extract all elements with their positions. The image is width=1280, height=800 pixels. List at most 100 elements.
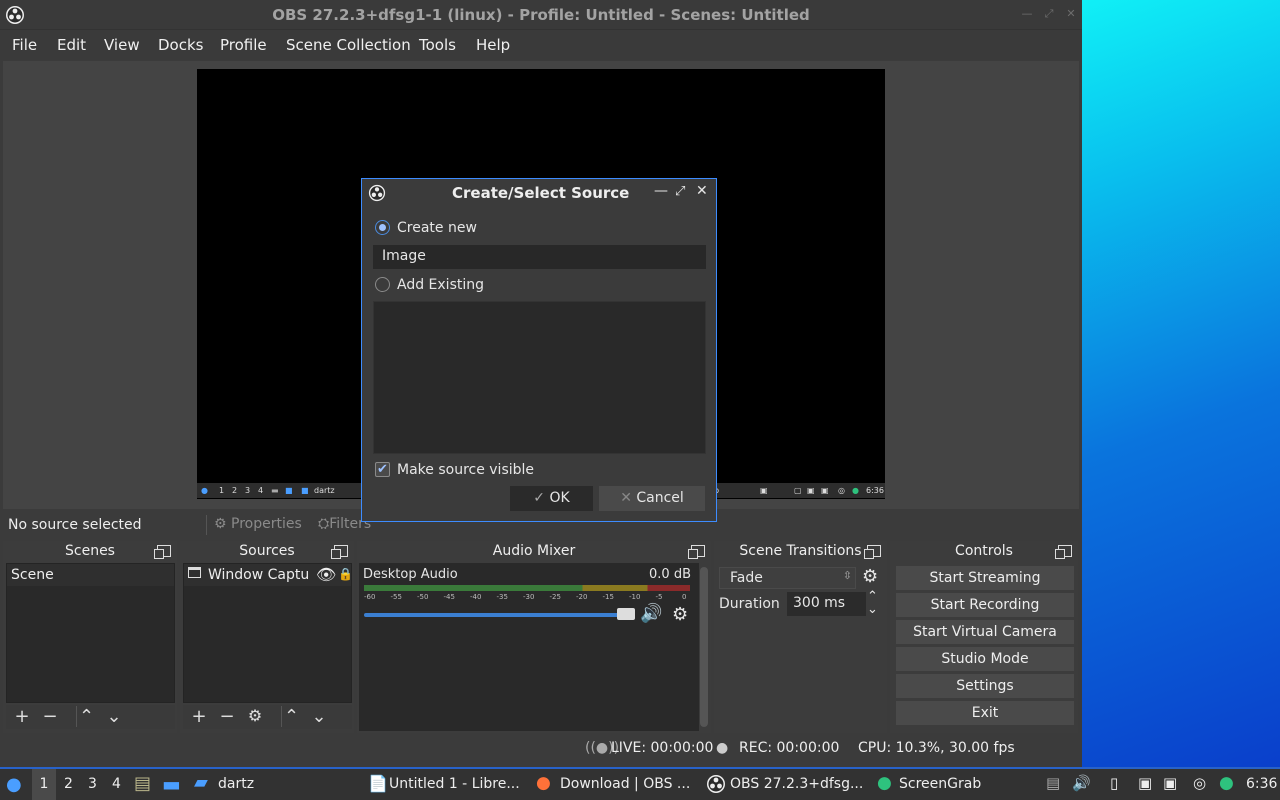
clipboard-icon[interactable]: ▯ <box>1110 774 1118 792</box>
existing-sources-list[interactable] <box>373 301 706 454</box>
window-icon <box>188 567 201 578</box>
rec-icon: ● <box>716 740 729 756</box>
make-visible-checkbox[interactable]: ✔ <box>375 462 390 477</box>
task-obs[interactable]: OBS 27.2.3+dfsg... <box>730 776 863 792</box>
close-button[interactable]: ✕ <box>1064 7 1078 21</box>
firefox-icon: ● <box>536 773 551 793</box>
undock-icon[interactable] <box>864 545 881 559</box>
meter-scale-label: -35 <box>496 593 508 601</box>
add-existing-label: Add Existing <box>397 277 485 293</box>
cancel-button[interactable]: ✕ Cancel <box>599 486 705 511</box>
channel-level: 0.0 dB <box>649 567 691 582</box>
scenes-toolbar: + − ⌃ ⌄ <box>6 705 175 729</box>
folder-task[interactable]: dartz <box>218 776 254 792</box>
move-up-icon[interactable]: ⌃ <box>281 706 301 727</box>
desktop-icon[interactable]: ▬ <box>162 772 181 796</box>
volume-icon[interactable]: 🔊 <box>1072 774 1091 792</box>
channel-name: Desktop Audio <box>363 567 458 582</box>
meter-scale-label: -55 <box>390 593 402 601</box>
start-virtual-camera-button[interactable]: Start Virtual Camera <box>896 620 1074 644</box>
file-manager-icon[interactable]: ▤ <box>134 773 151 794</box>
source-name-input[interactable]: Image <box>373 245 706 269</box>
dialog-maximize-button[interactable]: ⤢ <box>675 184 685 199</box>
screengrab-tray-icon[interactable]: ● <box>1219 773 1234 793</box>
maximize-button[interactable]: ⤢ <box>1042 7 1056 21</box>
volume-slider-handle[interactable] <box>617 608 635 620</box>
move-down-icon[interactable]: ⌄ <box>104 706 124 727</box>
menu-profile[interactable]: Profile <box>220 36 267 54</box>
duration-field[interactable]: 300 ms <box>787 592 866 616</box>
remove-icon[interactable]: − <box>40 706 60 727</box>
network-icon[interactable]: ▣ <box>1138 774 1152 792</box>
speaker-icon[interactable]: 🔊 <box>640 603 662 624</box>
mixer-scrollbar[interactable] <box>700 567 708 727</box>
meter-scale-label: -40 <box>470 593 482 601</box>
dialog-minimize-button[interactable]: — <box>654 183 668 199</box>
undock-icon[interactable] <box>688 545 705 559</box>
dialog-close-button[interactable]: ✕ <box>696 183 708 199</box>
list-item[interactable]: Window Captu 👁 🔒 <box>184 564 353 586</box>
preview-ws-4: 4 <box>258 486 264 495</box>
preview-tray-icon: ● <box>852 486 859 495</box>
lock-icon[interactable]: 🔒 <box>338 567 353 581</box>
studio-mode-button[interactable]: Studio Mode <box>896 647 1074 671</box>
menu-tools[interactable]: Tools <box>419 36 456 54</box>
scenes-list[interactable]: Scene <box>6 563 175 703</box>
move-down-icon[interactable]: ⌄ <box>309 706 329 727</box>
preview-files-icon: ▬ <box>271 486 279 495</box>
gear-icon[interactable]: ⚙ <box>245 706 265 725</box>
workspace-4[interactable]: 4 <box>112 776 121 792</box>
workspace-1[interactable]: 1 <box>32 769 56 800</box>
preview-folder-label: dartz <box>314 486 335 495</box>
undock-icon[interactable] <box>154 545 171 559</box>
minimize-button[interactable]: — <box>1020 7 1034 21</box>
volume-slider[interactable] <box>364 613 634 617</box>
settings-button[interactable]: Settings <box>896 674 1074 698</box>
transitions-title: Scene Transitions <box>739 543 862 559</box>
clock: 6:36 <box>1246 776 1278 792</box>
ok-button[interactable]: ✓ OK <box>510 486 593 511</box>
menu-scene-collection[interactable]: Scene Collection <box>286 36 411 54</box>
tray-scroll-icon[interactable]: ▤ <box>1046 774 1060 792</box>
exit-button[interactable]: Exit <box>896 701 1074 725</box>
meter-scale-label: 0 <box>682 593 687 601</box>
start-recording-button[interactable]: Start Recording <box>896 593 1074 617</box>
list-item[interactable]: Scene <box>7 564 174 586</box>
task-libreoffice[interactable]: Untitled 1 - Libre... <box>389 776 520 792</box>
notes-icon[interactable]: ▣ <box>1163 774 1177 792</box>
app-menu-icon[interactable]: ● <box>6 774 22 795</box>
source-name: Window Captu <box>208 567 310 583</box>
eye-icon[interactable]: 👁 <box>316 565 336 584</box>
menu-edit[interactable]: Edit <box>57 36 86 54</box>
create-new-radio[interactable] <box>375 220 390 235</box>
add-icon[interactable]: + <box>189 706 209 727</box>
menu-docks[interactable]: Docks <box>158 36 203 54</box>
screengrab-icon: ● <box>877 773 892 793</box>
obs-tray-icon[interactable]: ◎ <box>1193 774 1206 792</box>
preview-tray-icon: ▣ <box>760 486 768 495</box>
workspace-2[interactable]: 2 <box>64 776 73 792</box>
workspace-3[interactable]: 3 <box>88 776 97 792</box>
menu-file[interactable]: File <box>12 36 37 54</box>
start-streaming-button[interactable]: Start Streaming <box>896 566 1074 590</box>
duration-stepper[interactable]: ⌃ ⌄ <box>867 590 878 616</box>
remove-icon[interactable]: − <box>217 706 237 727</box>
move-up-icon[interactable]: ⌃ <box>76 706 96 727</box>
gear-icon[interactable]: ⚙ <box>862 566 878 587</box>
gear-icon[interactable]: ⚙ <box>672 604 688 625</box>
properties-button[interactable]: ⚙ Properties <box>214 516 302 532</box>
add-icon[interactable]: + <box>12 706 32 727</box>
undock-icon[interactable] <box>331 545 348 559</box>
sources-list[interactable]: Window Captu 👁 🔒 <box>183 563 353 703</box>
meter-scale-label: -10 <box>629 593 641 601</box>
preview-menu-icon: ● <box>201 486 208 495</box>
undock-icon[interactable] <box>1055 545 1072 559</box>
menu-help[interactable]: Help <box>476 36 510 54</box>
add-existing-radio[interactable] <box>375 277 390 292</box>
menu-view[interactable]: View <box>104 36 140 54</box>
preview-folder2-icon: ■ <box>301 486 309 495</box>
task-screengrab[interactable]: ScreenGrab <box>899 776 981 792</box>
meter-scale-label: -25 <box>549 593 561 601</box>
transition-select[interactable]: Fade ⇳ <box>719 567 856 589</box>
task-firefox[interactable]: Download | OBS ... <box>560 776 690 792</box>
